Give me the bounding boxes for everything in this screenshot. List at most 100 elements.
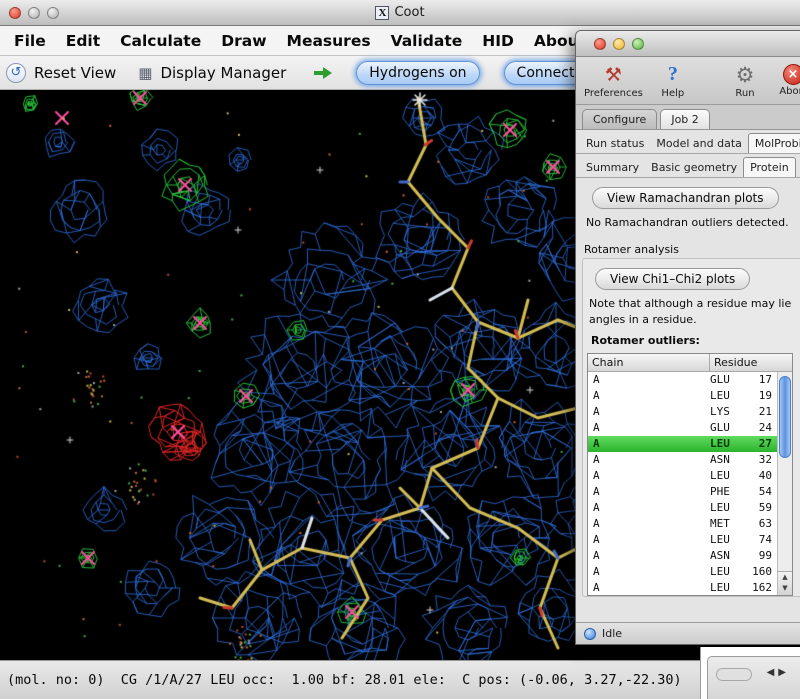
- help-icon: ?: [668, 63, 678, 87]
- run-button[interactable]: ⚙Run: [727, 63, 763, 99]
- scroll-right-icon[interactable]: ▶: [778, 667, 790, 678]
- phenix-validation-dialog: ⚒Preferences ?Help ⚙Run ×Abort ConfigureJob…: [575, 30, 800, 645]
- abort-button[interactable]: ×Abort: [775, 64, 800, 97]
- window-title: Coot: [394, 5, 424, 20]
- dialog-minimize-button[interactable]: [613, 38, 625, 50]
- rotamer-outlier-row[interactable]: AGLU24: [588, 420, 792, 436]
- residue-name: LEU: [710, 468, 730, 484]
- rotamer-outlier-row[interactable]: AASN99: [588, 548, 792, 564]
- chain-cell: A: [588, 500, 710, 516]
- chain-cell: A: [588, 580, 710, 595]
- tab-protein[interactable]: Protein: [743, 157, 796, 177]
- coot-statusbar: (mol. no: 0) CG /1/A/27 LEU occ: 1.00 bf…: [0, 660, 800, 699]
- reset-view-button[interactable]: Reset View: [34, 64, 116, 82]
- menu-measures[interactable]: Measures: [277, 28, 381, 54]
- zoom-button[interactable]: [47, 7, 59, 19]
- job-tabs: ConfigureJob 2: [576, 105, 800, 130]
- residue-number: 162: [752, 580, 772, 595]
- toolbar-button-label: Abort: [779, 86, 800, 97]
- scroll-left-icon[interactable]: ◀: [767, 667, 779, 678]
- tab-clashes[interactable]: Clashes: [796, 158, 800, 177]
- protein-tab-content: View Ramachandran plots No Ramachandran …: [576, 178, 800, 622]
- tab-job-2[interactable]: Job 2: [660, 109, 709, 129]
- close-button[interactable]: [9, 7, 21, 19]
- view-ramachandran-plots-button[interactable]: View Ramachandran plots: [592, 187, 779, 209]
- residue-name: LEU: [710, 436, 730, 452]
- table-scrollbar[interactable]: ▲▼: [777, 372, 792, 595]
- residue-name: ASN: [710, 548, 730, 564]
- scroll-arrows[interactable]: ◀▶: [767, 667, 790, 678]
- rotamer-outlier-row[interactable]: ALYS21: [588, 404, 792, 420]
- dialog-zoom-button[interactable]: [632, 38, 644, 50]
- dialog-toolbar: ⚒Preferences ?Help ⚙Run ×Abort: [576, 57, 800, 105]
- menu-file[interactable]: File: [4, 28, 56, 54]
- molprobity-tabs: SummaryBasic geometryProteinClashes: [576, 154, 800, 178]
- rotamer-outlier-row[interactable]: AGLU17: [588, 372, 792, 388]
- rotamer-outlier-row[interactable]: AMET63: [588, 516, 792, 532]
- tab-summary[interactable]: Summary: [580, 158, 645, 177]
- rotamer-analysis-label: Rotamer analysis: [584, 243, 800, 256]
- scrollbar-thumb[interactable]: [779, 376, 791, 458]
- tab-run-status[interactable]: Run status: [580, 134, 650, 153]
- residue-name: GLU: [710, 420, 730, 436]
- rotamer-outlier-row[interactable]: ALEU59: [588, 500, 792, 516]
- chain-cell: A: [588, 564, 710, 580]
- residue-number: 54: [759, 484, 772, 500]
- tab-molprobity[interactable]: MolProbity: [748, 133, 800, 153]
- dialog-close-button[interactable]: [594, 38, 606, 50]
- rotamer-outlier-row[interactable]: ALEU 74: [588, 532, 792, 548]
- minimize-button[interactable]: [28, 7, 40, 19]
- scrollbar-arrows[interactable]: ▲▼: [778, 571, 792, 595]
- view-chi1-chi2-plots-button[interactable]: View Chi1–Chi2 plots: [595, 268, 750, 290]
- rotamer-outlier-row[interactable]: APHE54: [588, 484, 792, 500]
- residue-name: LEU: [710, 532, 730, 548]
- tab-basic-geometry[interactable]: Basic geometry: [645, 158, 743, 177]
- abort-icon: ×: [783, 64, 800, 85]
- horizontal-scrollbar[interactable]: [716, 668, 752, 681]
- chain-cell: A: [588, 388, 710, 404]
- column-header-chain[interactable]: Chain: [588, 354, 710, 372]
- recenter-icon[interactable]: ↺: [6, 63, 26, 83]
- chain-cell: A: [588, 404, 710, 420]
- residue-number: 40: [759, 468, 772, 484]
- residue-number: 19: [759, 388, 772, 404]
- rotamer-outlier-row[interactable]: ALEU40: [588, 468, 792, 484]
- table-body: AGLU17ALEU19ALYS21AGLU24ALEU27AASN32ALEU…: [588, 372, 792, 595]
- display-manager-icon[interactable]: ▦: [138, 64, 152, 82]
- rotamer-outliers-table: Chain Residue AGLU17ALEU19ALYS21AGLU24AL…: [587, 353, 793, 596]
- chain-cell: A: [588, 532, 710, 548]
- column-header-residue[interactable]: Residue: [710, 354, 792, 372]
- rotamer-outlier-row[interactable]: ALEU160: [588, 564, 792, 580]
- chain-cell: A: [588, 420, 710, 436]
- menu-edit[interactable]: Edit: [56, 28, 110, 54]
- tab-model-and-data[interactable]: Model and data: [650, 134, 748, 153]
- toolbar-button-label: Run: [735, 88, 754, 99]
- green-arrow-icon[interactable]: [314, 66, 332, 80]
- rotamer-outlier-row[interactable]: ALEU19: [588, 388, 792, 404]
- tab-configure[interactable]: Configure: [582, 109, 657, 129]
- help-button[interactable]: ?Help: [655, 63, 691, 99]
- x11-icon: X: [375, 6, 389, 20]
- rotamer-analysis-frame: View Chi1–Chi2 plots Note that although …: [582, 258, 800, 597]
- table-header: Chain Residue: [588, 354, 792, 372]
- rotamer-outlier-row[interactable]: AASN32: [588, 452, 792, 468]
- hydrogens-toggle-button[interactable]: Hydrogens on: [356, 61, 479, 85]
- status-orb-icon: [584, 628, 596, 640]
- residue-name: ASN: [710, 452, 730, 468]
- preferences-button[interactable]: ⚒Preferences: [584, 63, 643, 99]
- rotamer-outlier-row[interactable]: ALEU27: [588, 436, 792, 452]
- residue-number: 17: [759, 372, 772, 388]
- residue-name: LEU: [710, 500, 730, 516]
- residue-name: LEU: [710, 564, 730, 580]
- rotamer-outlier-row[interactable]: ALEU162: [588, 580, 792, 595]
- coot-titlebar: X Coot: [0, 0, 800, 26]
- preferences-tools-icon: ⚒: [605, 63, 622, 87]
- menu-validate[interactable]: Validate: [381, 28, 473, 54]
- menu-draw[interactable]: Draw: [211, 28, 276, 54]
- rotamer-note-line2: angles in a residue.: [589, 313, 800, 326]
- menu-hid[interactable]: HID: [472, 28, 524, 54]
- display-manager-button[interactable]: Display Manager: [160, 64, 286, 82]
- dialog-status-text: Idle: [602, 627, 622, 640]
- menu-calculate[interactable]: Calculate: [110, 28, 211, 54]
- residue-number: 74: [759, 532, 772, 548]
